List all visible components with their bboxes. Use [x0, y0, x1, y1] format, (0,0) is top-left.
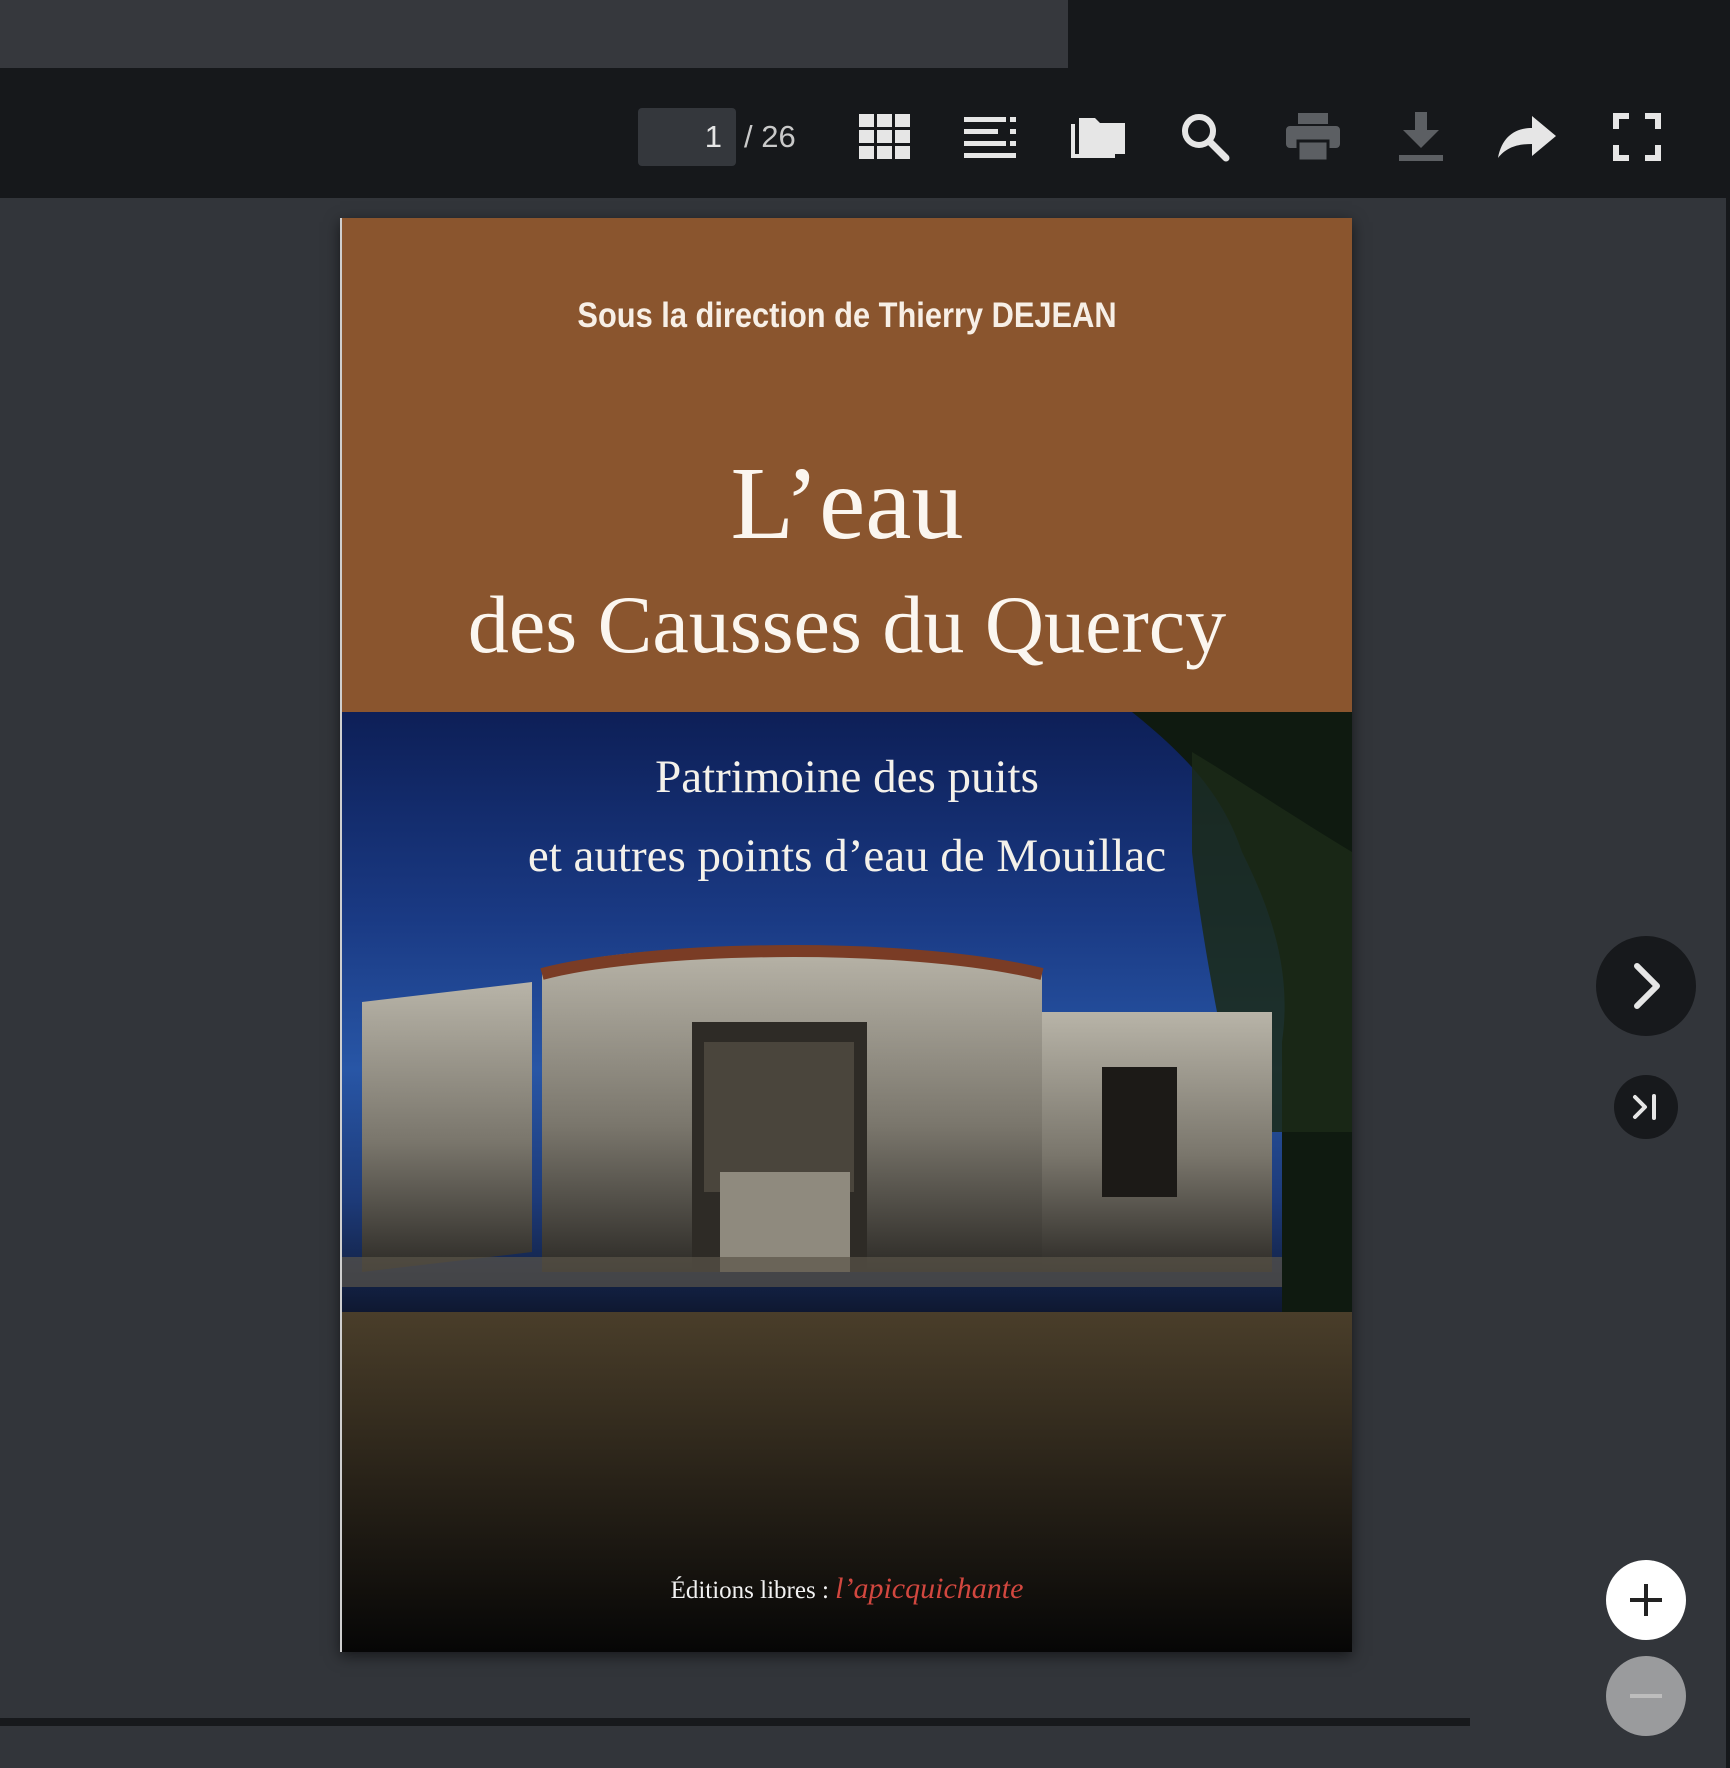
- outline-button[interactable]: [958, 104, 1024, 170]
- cover-publisher: Éditions libres : l’apicquichante: [342, 1572, 1352, 1606]
- viewer-toolbar: 1 / 26: [0, 68, 1730, 198]
- last-page-button[interactable]: [1614, 1075, 1678, 1139]
- share-button[interactable]: [1494, 104, 1560, 170]
- fullscreen-icon: [1613, 113, 1661, 161]
- search-icon: [1182, 114, 1230, 162]
- last-page-icon: [1633, 1094, 1656, 1120]
- attachments-button[interactable]: [1066, 104, 1132, 170]
- download-icon: [1399, 112, 1443, 161]
- cover-title-line2: des Causses du Quercy: [467, 579, 1227, 670]
- publisher-name: l’apicquichante: [835, 1572, 1024, 1605]
- thumbnails-icon: [859, 114, 910, 159]
- zoom-out-button[interactable]: [1606, 1656, 1686, 1736]
- page-number-input[interactable]: 1: [638, 108, 736, 166]
- cover-subtitle-line2: et autres points d’eau de Mouillac: [527, 830, 1167, 882]
- outline-icon: [964, 117, 1016, 158]
- minus-icon: [1630, 1694, 1662, 1698]
- publisher-prefix: Éditions libres :: [670, 1577, 829, 1604]
- thumbnails-button[interactable]: [852, 104, 918, 170]
- document-page: Sous la direction de Thierry DEJEAN L’ea…: [340, 218, 1352, 1652]
- zoom-in-button[interactable]: [1606, 1560, 1686, 1640]
- attachments-icon: [1071, 118, 1125, 158]
- download-button[interactable]: [1388, 104, 1454, 170]
- print-button[interactable]: [1280, 104, 1346, 170]
- cover-author: Sous la direction de Thierry DEJEAN: [577, 296, 1117, 335]
- fullscreen-button[interactable]: [1604, 104, 1670, 170]
- next-page-button[interactable]: [1596, 936, 1696, 1036]
- search-button[interactable]: [1172, 104, 1238, 170]
- print-icon: [1286, 113, 1340, 161]
- plus-icon: [1630, 1584, 1662, 1616]
- page-total-label: / 26: [744, 119, 796, 154]
- viewer-right-edge: [1726, 68, 1730, 1768]
- cover-title-line1: L’eau: [730, 446, 964, 561]
- top-strip: [0, 0, 1730, 68]
- share-icon: [1498, 116, 1556, 158]
- top-strip-left-panel: [0, 0, 1068, 68]
- horizontal-scrollbar[interactable]: [0, 1718, 1470, 1726]
- cover-subtitle-line1: Patrimoine des puits: [655, 751, 1039, 803]
- chevron-right-icon: [1634, 963, 1660, 1009]
